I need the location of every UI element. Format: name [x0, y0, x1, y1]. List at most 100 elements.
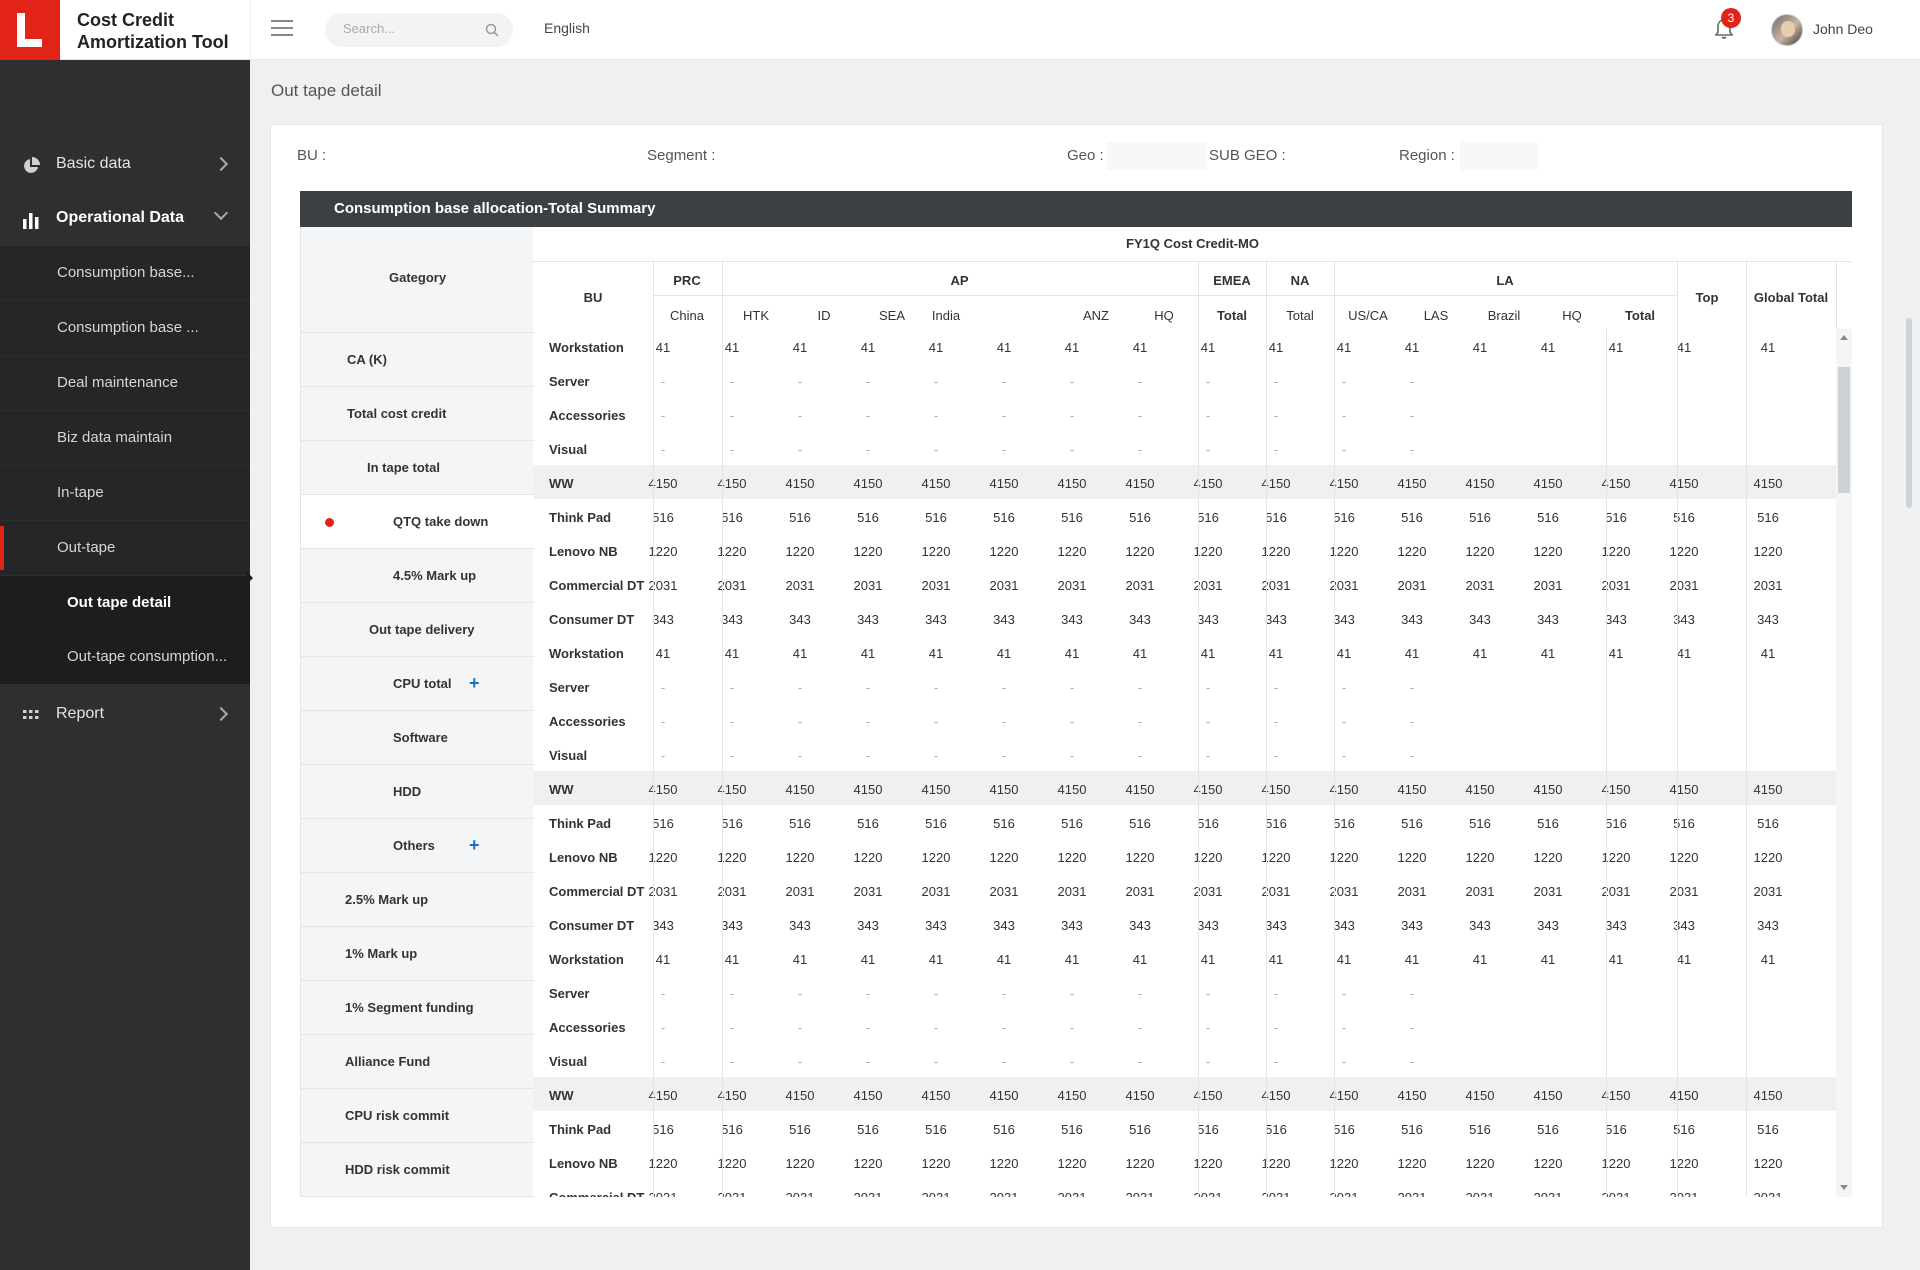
table-cell: 4150 [853, 782, 883, 797]
subcolumn-header: India [931, 308, 961, 323]
gategory-row[interactable]: 1% Mark up [301, 927, 534, 981]
gategory-row[interactable]: Others + [301, 819, 534, 873]
table-cell: 1220 [1193, 850, 1223, 865]
sidebar-item-consumption-base-2[interactable]: Consumption base ... [0, 301, 250, 355]
app-logo[interactable] [0, 0, 60, 60]
table-cell: 1220 [1753, 850, 1783, 865]
sidebar-item-out-tape-consumption[interactable]: Out-tape consumption... [0, 630, 250, 684]
table-cell: 41 [1540, 340, 1556, 355]
language-selector[interactable]: English [544, 20, 590, 36]
table-cell: 1220 [1261, 1156, 1291, 1171]
user-name[interactable]: John Deo [1813, 21, 1873, 37]
gategory-row[interactable]: 4.5% Mark up [301, 549, 534, 603]
grid-line [722, 329, 723, 1197]
sidebar-item-in-tape[interactable]: In-tape [0, 466, 250, 520]
table-cell: 516 [1197, 816, 1219, 831]
gategory-row[interactable]: QTQ take down [301, 495, 534, 549]
table-cell: - [1001, 680, 1007, 695]
sidebar-item-basic-data[interactable]: Basic data [0, 138, 250, 192]
region-select[interactable] [1460, 142, 1538, 170]
table-cell: 343 [925, 918, 947, 933]
gategory-row[interactable]: Total cost credit [301, 387, 534, 441]
sidebar-item-out-tape[interactable]: Out-tape [0, 521, 250, 575]
gategory-row[interactable]: CA (K) [301, 333, 534, 387]
table-cell: - [1341, 408, 1347, 423]
gategory-row[interactable]: Alliance Fund [301, 1035, 534, 1089]
sidebar-item-consumption-base-1[interactable]: Consumption base... [0, 246, 250, 300]
table-cell: 2031 [1397, 884, 1427, 899]
table-cell: 516 [1757, 1122, 1779, 1137]
gategory-header: Gategory [301, 227, 534, 333]
table-cell: 41 [1268, 646, 1284, 661]
table-cell: 516 [1673, 1122, 1695, 1137]
table-row: Accessories - - - - - - - - - - - - [533, 397, 1836, 431]
gategory-row[interactable]: 1% Segment funding [301, 981, 534, 1035]
table-cell: - [1273, 748, 1279, 763]
table-cell: 4150 [648, 782, 678, 797]
expand-plus-icon[interactable]: + [469, 673, 480, 694]
table-cell: 41 [928, 952, 944, 967]
scroll-up-icon[interactable] [1840, 335, 1848, 340]
gategory-row[interactable]: 2.5% Mark up [301, 873, 534, 927]
search-icon[interactable] [485, 23, 499, 37]
table-cell: 4150 [989, 782, 1019, 797]
group-prc: PRC [673, 273, 701, 288]
sidebar-item-out-tape-detail[interactable]: Out tape detail [0, 576, 250, 630]
table-cell: 516 [1265, 510, 1287, 525]
expand-plus-icon[interactable]: + [469, 835, 480, 856]
table-row: Server - - - - - - - - - - - - [533, 669, 1836, 703]
gategory-row[interactable]: CPU risk commit [301, 1089, 534, 1143]
table-cell: - [1001, 986, 1007, 1001]
bu-header: BU [583, 290, 603, 305]
table-cell: 41 [1608, 646, 1624, 661]
search-input[interactable] [343, 21, 473, 36]
table-cell: 2031 [1397, 578, 1427, 593]
avatar[interactable] [1771, 14, 1803, 46]
sidebar-item-biz-data-maintain[interactable]: Biz data maintain [0, 411, 250, 465]
grid-line [1606, 329, 1607, 1197]
gategory-label: In tape total [367, 460, 440, 475]
table-cell: - [1341, 714, 1347, 729]
gategory-row[interactable]: Out tape delivery [301, 603, 534, 657]
table-cell: - [933, 1020, 939, 1035]
table-cell: 1220 [1669, 850, 1699, 865]
sidebar-item-label: Report [56, 705, 105, 722]
gategory-row[interactable]: HDD risk commit [301, 1143, 534, 1197]
table-cell: 2031 [1465, 884, 1495, 899]
gategory-row[interactable]: Software [301, 711, 534, 765]
gategory-row[interactable]: In tape total [301, 441, 534, 495]
geo-select[interactable] [1107, 142, 1207, 170]
gategory-row[interactable]: CPU total + [301, 657, 534, 711]
filter-segment-label: Segment : [647, 147, 716, 164]
table-cell: 516 [1333, 1122, 1355, 1137]
table-row: Visual - - - - - - - - - - - - [533, 737, 1836, 771]
scroll-down-icon[interactable] [1840, 1185, 1848, 1190]
table-cell: 516 [652, 510, 674, 525]
table-cell: 1220 [1601, 544, 1631, 559]
table-scrollbar[interactable] [1836, 329, 1852, 1197]
table-cell: - [1137, 1020, 1143, 1035]
table-cell: 41 [655, 646, 671, 661]
table-cell: - [1137, 986, 1143, 1001]
group-ap: AP [950, 273, 969, 288]
table-cell: 41 [1676, 952, 1692, 967]
table-cell: 2031 [1669, 578, 1699, 593]
table-cell: 2031 [1044, 1190, 1100, 1197]
table-cell: - [797, 680, 803, 695]
row-bu-label: Think Pad [549, 1122, 612, 1137]
row-bu-label: Workstation [549, 646, 624, 661]
sidebar-item-operational-data[interactable]: Operational Data [0, 192, 250, 246]
table-cell: 516 [1401, 816, 1423, 831]
table-cell: 2031 [704, 1190, 760, 1197]
table-cell: 4150 [1601, 1088, 1631, 1103]
table-cell: - [1001, 1054, 1007, 1069]
sidebar-item-report[interactable]: Report [0, 688, 250, 742]
table-cell: 2031 [1533, 884, 1563, 899]
table-cell: - [1137, 748, 1143, 763]
sidebar: Basic data Operational Data Consumption … [0, 60, 250, 1270]
hamburger-menu-icon[interactable] [271, 20, 293, 38]
table-cell: 4150 [1753, 782, 1783, 797]
page-scrollbar[interactable] [1906, 68, 1912, 508]
gategory-row[interactable]: HDD [301, 765, 534, 819]
sidebar-item-deal-maintenance[interactable]: Deal maintenance [0, 356, 250, 410]
